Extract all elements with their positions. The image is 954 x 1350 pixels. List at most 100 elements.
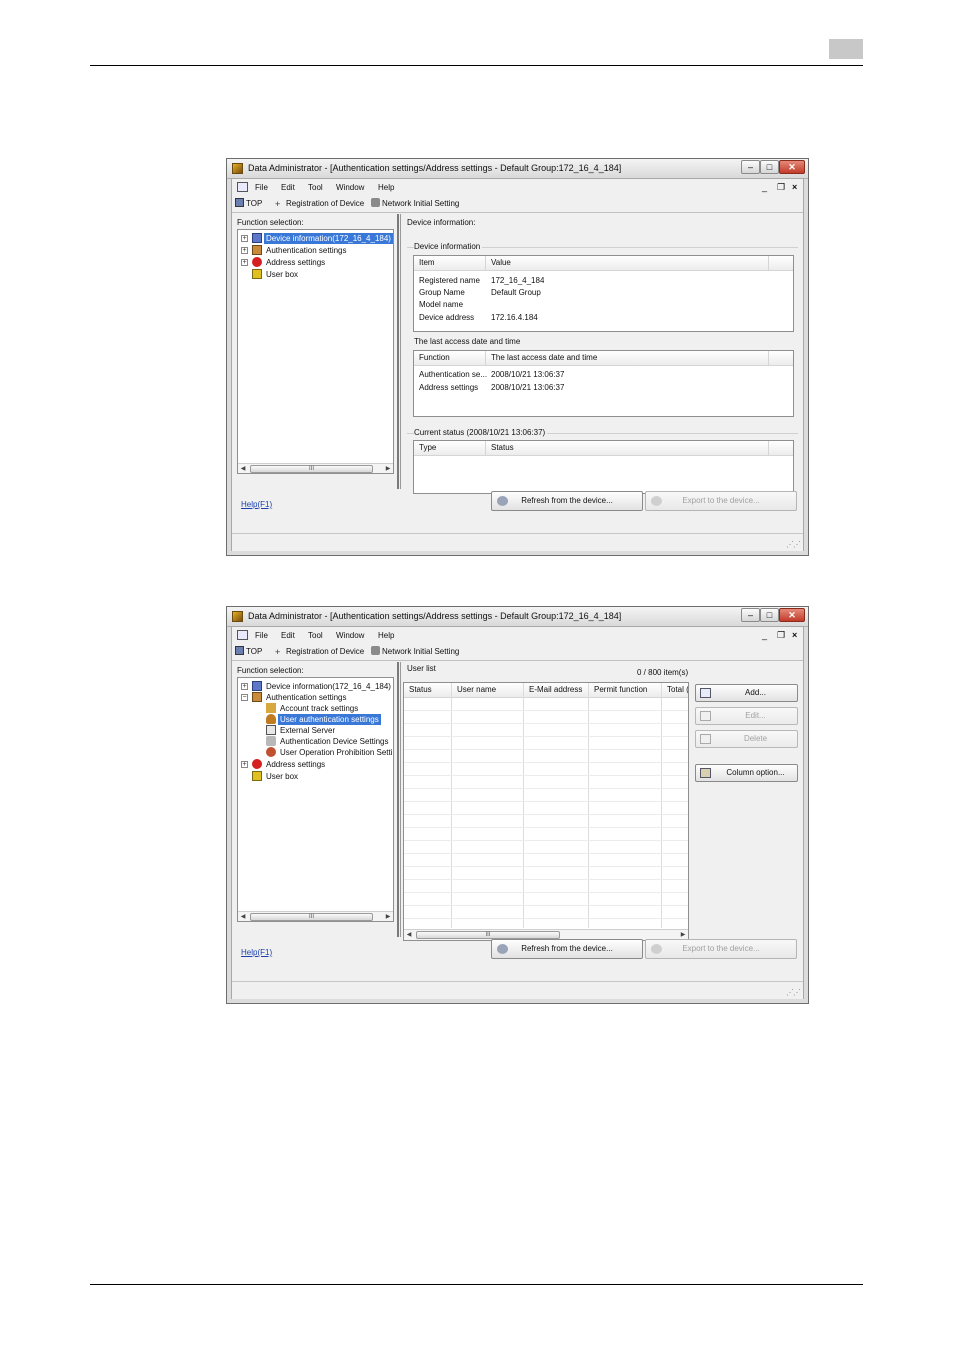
resize-grip-icon[interactable]: ⋰⋰ [786, 988, 801, 997]
tree-item-user-box[interactable]: User box [238, 269, 393, 280]
toolbar-registration-button[interactable]: + Registration of Device [275, 196, 364, 212]
tree-item-authentication-device-settings[interactable]: Authentication Device Settings [238, 736, 393, 747]
menu-edit[interactable]: Edit [281, 179, 295, 196]
grid-row-line [404, 853, 688, 854]
window-user-authentication: Data Administrator - [Authentication set… [226, 606, 809, 1004]
refresh-from-device-button[interactable]: Refresh from the device... [491, 491, 643, 511]
column-header-email[interactable]: E-Mail address [524, 683, 589, 697]
menu-edit[interactable]: Edit [281, 627, 295, 644]
menu-file[interactable]: File [255, 627, 268, 644]
tree-horizontal-scrollbar[interactable]: ◀ III ▶ [238, 911, 393, 921]
tree-item-user-operation-prohibition[interactable]: User Operation Prohibition Settin [238, 747, 393, 758]
column-header-total[interactable]: Total (I [662, 683, 688, 697]
function-tree[interactable]: + Device information(172_16_4_184) − Aut… [237, 677, 394, 922]
user-icon [266, 714, 276, 724]
toolbar-registration-button[interactable]: + Registration of Device [275, 644, 364, 660]
minimize-button[interactable]: – [741, 608, 760, 622]
current-status-list[interactable]: Type Status [413, 440, 794, 494]
menu-window[interactable]: Window [336, 627, 364, 644]
scroll-right-arrow[interactable]: ▶ [383, 464, 393, 473]
maximize-button[interactable]: □ [760, 160, 779, 174]
maximize-button[interactable]: □ [760, 608, 779, 622]
resize-grip-icon[interactable]: ⋰⋰ [786, 540, 801, 549]
tree-item-authentication-settings[interactable]: − Authentication settings [238, 692, 393, 703]
cell-datetime: 2008/10/21 13:06:37 [491, 370, 565, 379]
close-button[interactable]: ✕ [779, 160, 805, 174]
cell-item: Group Name [419, 288, 465, 297]
expand-icon[interactable]: + [241, 761, 248, 768]
address-icon [252, 759, 262, 769]
column-header-user-name[interactable]: User name [452, 683, 524, 697]
mdi-restore-button[interactable]: ❐ [777, 627, 785, 644]
function-tree[interactable]: + Device information(172_16_4_184) + Aut… [237, 229, 394, 474]
menu-help[interactable]: Help [378, 627, 394, 644]
menu-help[interactable]: Help [378, 179, 394, 196]
column-header-last-access[interactable]: The last access date and time [486, 351, 769, 365]
column-header-item[interactable]: Item [414, 256, 486, 270]
delete-button[interactable]: Delete [695, 730, 798, 748]
item-count: 0 / 800 item(s) [637, 668, 689, 677]
cell-value: 172.16.4.184 [491, 313, 538, 322]
last-access-list[interactable]: Function The last access date and time A… [413, 350, 794, 417]
menu-window[interactable]: Window [336, 179, 364, 196]
toolbar-network-button[interactable]: Network Initial Setting [371, 196, 459, 212]
header-rule [90, 65, 863, 66]
menu-file[interactable]: File [255, 179, 268, 196]
add-button[interactable]: Add... [695, 684, 798, 702]
toolbar-top-button[interactable]: TOP [235, 644, 262, 660]
bottom-bar: Help(F1) Refresh from the device... Expo… [232, 939, 803, 979]
tree-item-address-settings[interactable]: + Address settings [238, 759, 393, 770]
help-link[interactable]: Help(F1) [241, 948, 272, 957]
edit-button[interactable]: Edit... [695, 707, 798, 725]
expand-icon[interactable]: + [241, 235, 248, 242]
expand-icon[interactable]: + [241, 259, 248, 266]
mdi-close-button[interactable]: × [792, 627, 797, 644]
help-link[interactable]: Help(F1) [241, 500, 272, 509]
tree-item-user-authentication-settings[interactable]: User authentication settings [238, 714, 393, 725]
column-header-value[interactable]: Value [486, 256, 769, 270]
authentication-icon [252, 245, 262, 255]
mdi-restore-button[interactable]: ❐ [777, 179, 785, 196]
scroll-thumb[interactable]: III [250, 913, 373, 921]
scroll-left-arrow[interactable]: ◀ [238, 464, 248, 473]
mdi-minimize-button[interactable]: _ [762, 179, 767, 196]
column-option-button[interactable]: Column option... [695, 764, 798, 782]
tree-item-external-server[interactable]: External Server [238, 725, 393, 736]
minimize-button[interactable]: – [741, 160, 760, 174]
scroll-left-arrow[interactable]: ◀ [238, 912, 248, 921]
expand-icon[interactable]: + [241, 247, 248, 254]
export-to-device-button[interactable]: Export to the device... [645, 491, 797, 511]
tree-item-authentication-settings[interactable]: + Authentication settings [238, 245, 393, 256]
tree-item-address-settings[interactable]: + Address settings [238, 257, 393, 268]
mdi-minimize-button[interactable]: _ [762, 627, 767, 644]
column-header-function[interactable]: Function [414, 351, 486, 365]
menu-tool[interactable]: Tool [308, 627, 323, 644]
mdi-close-button[interactable]: × [792, 179, 797, 196]
authentication-device-icon [266, 736, 276, 746]
user-list-table[interactable]: Status User name E-Mail address Permit f… [403, 682, 689, 941]
column-header-permit-function[interactable]: Permit function [589, 683, 662, 697]
device-information-list[interactable]: Item Value Registered name 172_16_4_184 … [413, 255, 794, 332]
tree-item-account-track-settings[interactable]: Account track settings [238, 703, 393, 714]
pane-splitter[interactable] [397, 662, 399, 937]
close-button[interactable]: ✕ [779, 608, 805, 622]
column-header-type[interactable]: Type [414, 441, 486, 455]
scroll-right-arrow[interactable]: ▶ [383, 912, 393, 921]
tree-item-device-information[interactable]: + Device information(172_16_4_184) [238, 681, 393, 692]
pane-splitter[interactable] [397, 214, 399, 489]
refresh-from-device-button[interactable]: Refresh from the device... [491, 939, 643, 959]
server-icon [266, 725, 276, 735]
tree-item-user-box[interactable]: User box [238, 771, 393, 782]
toolbar-top-button[interactable]: TOP [235, 196, 262, 212]
menu-tool[interactable]: Tool [308, 179, 323, 196]
export-to-device-button[interactable]: Export to the device... [645, 939, 797, 959]
tree-horizontal-scrollbar[interactable]: ◀ III ▶ [238, 463, 393, 473]
scroll-thumb[interactable]: III [416, 931, 560, 939]
collapse-icon[interactable]: − [241, 694, 248, 701]
toolbar-network-button[interactable]: Network Initial Setting [371, 644, 459, 660]
tree-item-device-information[interactable]: + Device information(172_16_4_184) [238, 233, 393, 244]
scroll-thumb[interactable]: III [250, 465, 373, 473]
column-header-status[interactable]: Status [404, 683, 452, 697]
expand-icon[interactable]: + [241, 683, 248, 690]
column-header-status[interactable]: Status [486, 441, 769, 455]
